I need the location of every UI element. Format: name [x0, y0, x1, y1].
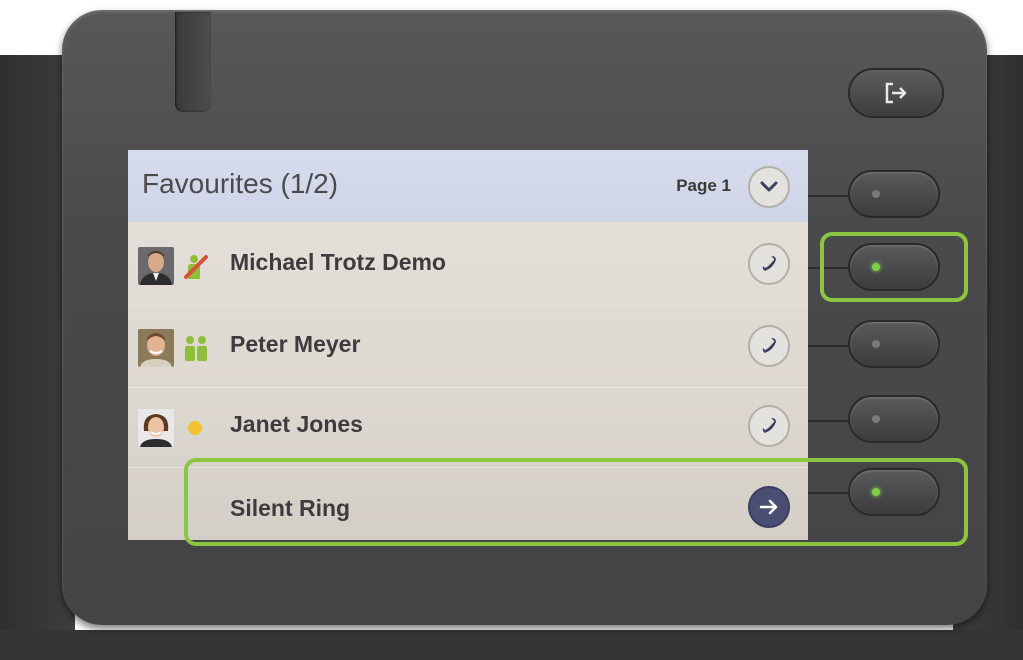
list-item[interactable]: Michael Trotz Demo: [128, 225, 808, 305]
line-key-3[interactable]: [848, 320, 940, 368]
list-item[interactable]: Janet Jones: [128, 387, 808, 467]
key-connector: [808, 195, 850, 197]
call-button[interactable]: [748, 405, 790, 447]
phone-icon: [762, 338, 776, 353]
away-presence-icon: [188, 421, 202, 435]
stand-bottom: [0, 630, 1023, 660]
call-button[interactable]: [748, 243, 790, 285]
busy-presence-icon: [182, 253, 210, 281]
line-key-1[interactable]: [848, 170, 940, 218]
line-key-led: [872, 415, 880, 423]
key-connector: [808, 345, 850, 347]
line-key-4[interactable]: [848, 395, 940, 443]
page-title: Favourites (1/2): [142, 168, 339, 199]
chevron-down-icon: [760, 181, 778, 192]
handset-slot: [175, 12, 211, 112]
avatar: [138, 247, 174, 285]
line-key-led: [872, 190, 880, 198]
key-highlight: [820, 232, 968, 302]
call-button[interactable]: [748, 325, 790, 367]
contact-name: Michael Trotz Demo: [230, 249, 446, 275]
page-down-button[interactable]: [748, 166, 790, 208]
contact-name: Peter Meyer: [230, 331, 361, 357]
page-indicator: Page 1: [676, 176, 731, 195]
logout-icon: [885, 82, 907, 104]
contact-name: Janet Jones: [230, 411, 363, 437]
screen-header: Favourites (1/2) Page 1: [128, 150, 808, 222]
row-divider: [128, 305, 808, 306]
avatar: [138, 409, 174, 447]
phone-icon: [762, 256, 776, 271]
line-key-led: [872, 340, 880, 348]
key-connector: [808, 420, 850, 422]
list-item[interactable]: Peter Meyer: [128, 307, 808, 387]
logout-button[interactable]: [848, 68, 944, 118]
avatar: [138, 329, 174, 367]
available-presence-icon: [182, 335, 210, 363]
silent-ring-highlight: [184, 458, 968, 546]
phone-icon: [762, 418, 776, 433]
